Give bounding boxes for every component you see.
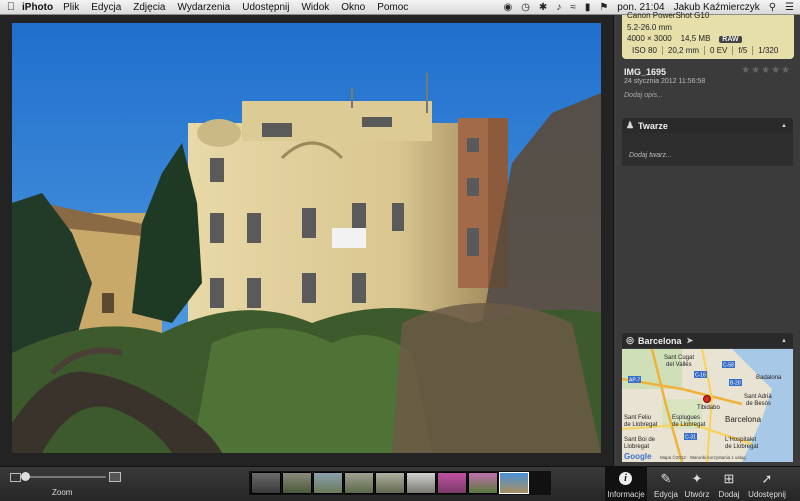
file-size: 14,5 MB — [680, 34, 711, 43]
location-map[interactable]: Sant Cugat del Vallès Badalona Tibidabo … — [622, 349, 793, 462]
star-rating[interactable]: ★★★★★ — [741, 65, 791, 76]
map-label-sant-adria: Sant Adrià — [744, 394, 772, 400]
thumbnail[interactable] — [468, 472, 498, 494]
thumbnail[interactable] — [437, 472, 467, 494]
map-label-barcelona: Barcelona — [725, 415, 762, 424]
thumbnail[interactable] — [344, 472, 374, 494]
menu-item-edycja[interactable]: Edycja — [91, 2, 121, 13]
map-label-de-llobregat-1: de Llobregat — [624, 422, 658, 428]
menu-item-widok[interactable]: Widok — [301, 2, 329, 13]
collapse-triangle-icon[interactable]: ▲ — [781, 123, 787, 129]
thumbnail-selected[interactable] — [499, 472, 529, 494]
zoom-slider[interactable] — [24, 476, 106, 478]
status-app-icon[interactable]: ◉ — [503, 2, 512, 13]
camera-info-box: Canon PowerShot G10 5.2-26.0 mm 4000 × 3… — [622, 11, 794, 59]
add-faces-field[interactable]: Dodaj twarz... — [629, 152, 672, 159]
map-label-sant-cugat: Sant Cugat — [664, 355, 694, 361]
time-machine-icon[interactable]: ◷ — [521, 2, 530, 13]
menu-item-okno[interactable]: Okno — [341, 2, 365, 13]
map-label-esplugues: Esplugues — [672, 415, 700, 421]
globe-icon: ◎ — [626, 335, 634, 345]
exif-row: ISO 80 20,2 mm 0 EV f/5 1/320 — [627, 46, 783, 55]
zoom-in-icon[interactable] — [109, 472, 121, 482]
map-label-sant-boi: Sant Boi de — [624, 437, 656, 443]
map-label-de-besos: de Besòs — [746, 401, 771, 407]
faces-title: Twarze — [638, 120, 668, 131]
places-header[interactable]: ◎ Barcelona ➤ ▲ — [622, 333, 793, 348]
exif-iso: ISO 80 — [627, 46, 663, 55]
map-label-de-llobregat-3: de Llobregat — [725, 444, 759, 450]
filmstrip[interactable] — [249, 471, 551, 495]
place-arrow-icon[interactable]: ➤ — [687, 336, 694, 345]
menu-item-zdjecia[interactable]: Zdjęcia — [133, 2, 165, 13]
photo-image[interactable] — [12, 23, 601, 453]
thumbnail[interactable] — [282, 472, 312, 494]
notification-list-icon[interactable]: ☰ — [785, 2, 794, 13]
location-map-render: Sant Cugat del Vallès Badalona Tibidabo … — [622, 349, 793, 462]
photo-image-render — [12, 23, 601, 453]
menu-item-wydarzenia[interactable]: Wydarzenia — [178, 2, 231, 13]
info-panel: Canon PowerShot G10 5.2-26.0 mm 4000 × 3… — [613, 11, 800, 466]
lens-info: 5.2-26.0 mm — [627, 23, 672, 32]
collapse-triangle-icon[interactable]: ▲ — [781, 338, 787, 344]
image-meta-row: 4000 × 3000 14,5 MB RAW — [627, 34, 742, 43]
wifi-icon[interactable]: ≈ — [570, 2, 576, 13]
exif-ev: 0 EV — [705, 46, 734, 55]
photo-date: 24 stycznia 2012 11:56:58 — [624, 78, 706, 85]
thumbnail[interactable] — [313, 472, 343, 494]
faces-header[interactable]: ♟ Twarze ▲ — [622, 118, 793, 133]
menu-item-udostepnij[interactable]: Udostępnij — [242, 2, 289, 13]
thumbnail[interactable] — [406, 472, 436, 494]
add-icon: ⊞ — [723, 471, 735, 486]
photo-viewer — [0, 15, 613, 466]
battery-icon[interactable]: ▮ — [585, 2, 591, 13]
spotlight-search-icon[interactable]: ⚲ — [769, 2, 776, 13]
add-description-field[interactable]: Dodaj opis... — [624, 92, 663, 99]
exif-shutter: 1/320 — [758, 46, 779, 55]
map-label-llobregat: Llobregat — [624, 444, 649, 450]
road-c31: C-31 — [685, 435, 696, 441]
map-label-badalona: Badalona — [756, 375, 782, 381]
bluetooth-icon[interactable]: ✱ — [539, 2, 547, 13]
road-b20: B-20 — [730, 381, 741, 387]
map-label-de-llobregat-2: de Llobregat — [672, 422, 706, 428]
map-attribution: Mapa ©2012 · Warunki korzystania z usług — [660, 454, 746, 460]
menu-item-plik[interactable]: Plik — [63, 2, 79, 13]
apple-menu-icon[interactable]:  — [0, 1, 22, 13]
menu-item-pomoc[interactable]: Pomoc — [377, 2, 408, 13]
road-c58: C-58 — [723, 363, 734, 369]
zoom-out-icon[interactable] — [10, 473, 21, 482]
share-icon: ➚ — [761, 471, 773, 486]
share-button[interactable]: ➚ Udostępnij — [746, 467, 788, 501]
thumbnail[interactable] — [375, 472, 405, 494]
share-button-label: Udostępnij — [748, 490, 786, 499]
place-title: Barcelona — [638, 335, 682, 346]
image-dimensions: 4000 × 3000 — [627, 34, 672, 43]
exif-aperture: f/5 — [733, 46, 754, 55]
exif-focal: 20,2 mm — [663, 46, 706, 55]
road-ap7: AP-7 — [629, 378, 640, 384]
map-label-sant-feliu: Sant Feliu — [624, 415, 651, 421]
faces-section: Dodaj twarz... — [622, 133, 793, 166]
zoom-label: Zoom — [52, 488, 73, 497]
volume-icon[interactable]: ♪ — [556, 2, 561, 13]
zoom-slider-knob[interactable] — [21, 472, 30, 481]
photo-title[interactable]: IMG_1695 — [624, 67, 666, 77]
map-label-del-valles: del Vallès — [666, 362, 692, 368]
person-icon: ♟ — [625, 120, 635, 130]
road-c16: C-16 — [695, 373, 706, 379]
info-icon: i — [619, 472, 632, 485]
map-label-tibidabo: Tibidabo — [697, 405, 720, 411]
raw-badge: RAW — [719, 36, 742, 43]
map-label-hospitalet: L'Hospitalet — [725, 437, 756, 443]
flag-icon[interactable]: ⚑ — [599, 2, 608, 13]
camera-model: Canon PowerShot G10 — [627, 11, 710, 20]
map-google-logo: Google — [624, 452, 652, 461]
thumbnail[interactable] — [251, 472, 281, 494]
menu-app-name[interactable]: iPhoto — [22, 2, 53, 13]
bottom-toolbar: Zoom i Informacje ✎ Edycja ✦ Utwórz ⊞ Do… — [0, 466, 800, 501]
